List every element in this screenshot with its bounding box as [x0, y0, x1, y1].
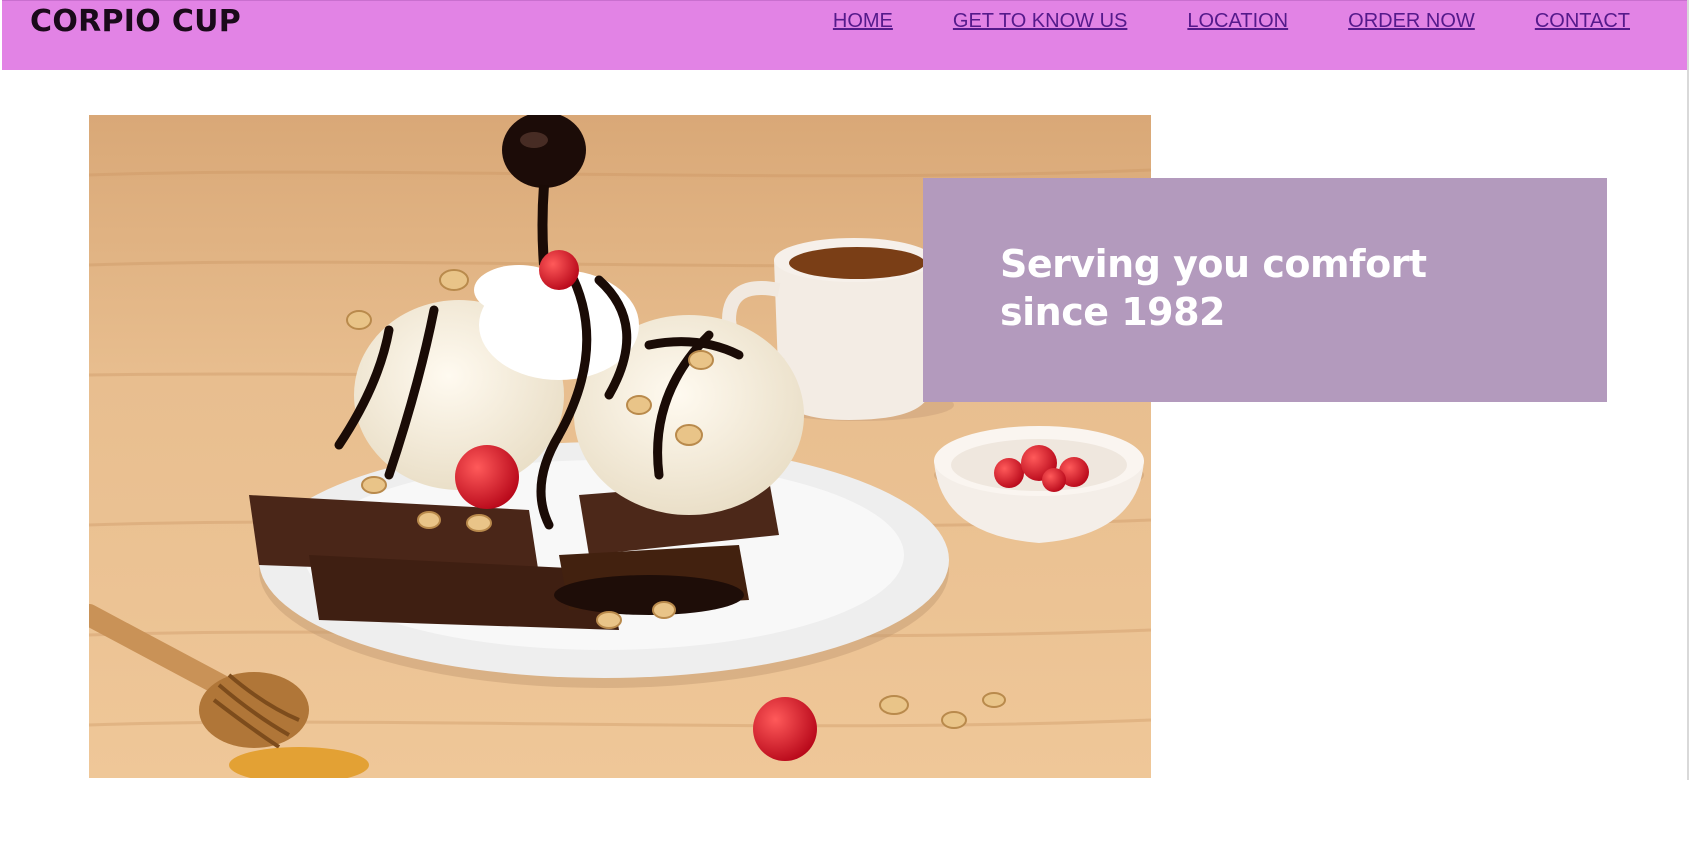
nav-link-order-now[interactable]: ORDER NOW [1348, 10, 1475, 33]
tagline-box: Serving you comfort since 1982 [923, 178, 1607, 402]
nav-menu: HOME GET TO KNOW US LOCATION ORDER NOW C… [833, 10, 1630, 33]
nav-link-contact[interactable]: CONTACT [1535, 10, 1630, 33]
page: CORPIO CUP HOME GET TO KNOW US LOCATION … [0, 0, 1689, 852]
brand-logo[interactable]: CORPIO CUP [30, 4, 241, 39]
nav-link-home[interactable]: HOME [833, 10, 893, 33]
nav-link-get-to-know-us[interactable]: GET TO KNOW US [953, 10, 1127, 33]
top-navbar: CORPIO CUP HOME GET TO KNOW US LOCATION … [2, 0, 1687, 70]
nav-link-location[interactable]: LOCATION [1187, 10, 1288, 33]
tagline-text: Serving you comfort since 1982 [1000, 242, 1427, 334]
